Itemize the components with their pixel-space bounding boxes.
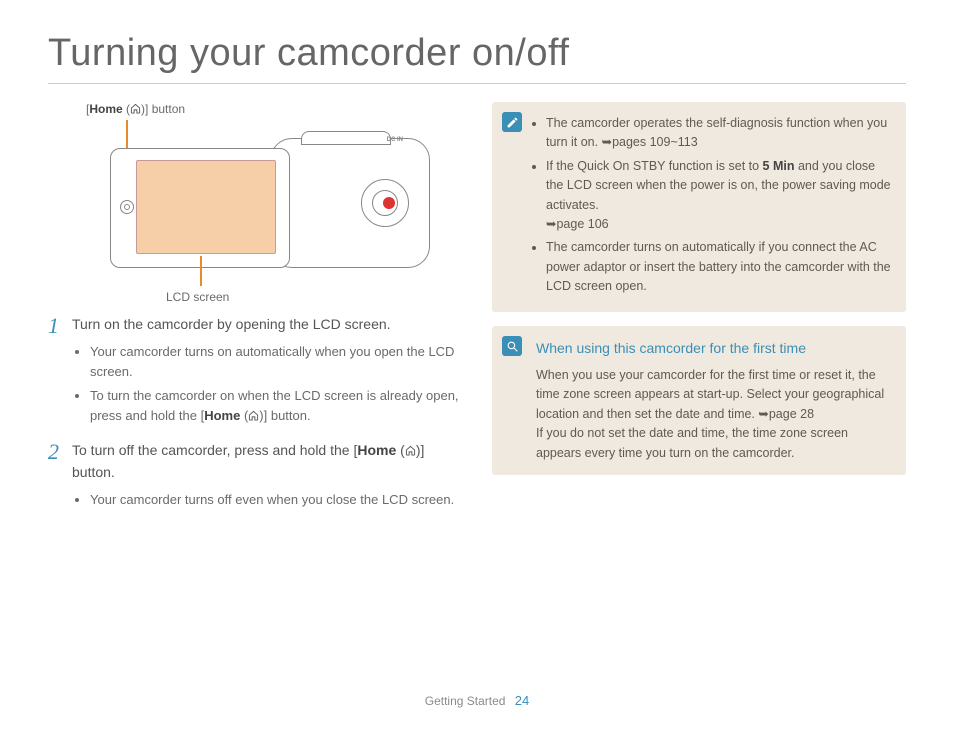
pointer-line-lcd <box>200 256 202 286</box>
step-number: 2 <box>48 440 72 514</box>
footer-page-number: 24 <box>515 693 529 708</box>
callout-rest: ()] button <box>123 102 185 116</box>
home-word: Home <box>357 442 396 458</box>
step-body: Turn on the camcorder by opening the LCD… <box>72 314 462 430</box>
bullet: To turn the camcorder on when the LCD sc… <box>90 386 462 426</box>
note-heading: When using this camcorder for the first … <box>536 338 892 360</box>
lcd-screen <box>136 160 276 254</box>
note-icon <box>502 336 522 356</box>
home-icon <box>130 103 141 114</box>
content-columns: [Home ()] button DC IN LCD screen <box>48 102 906 524</box>
note-icon <box>502 112 522 132</box>
camcorder-diagram: DC IN LCD screen <box>80 120 440 290</box>
note-item: The camcorder operates the self-diagnosi… <box>546 114 892 153</box>
page-ref: ➥pages 109~113 <box>602 135 698 149</box>
record-button-icon <box>383 197 395 209</box>
note-list: The camcorder operates the self-diagnosi… <box>506 114 892 296</box>
lcd-screen-callout: LCD screen <box>166 290 229 304</box>
left-column: [Home ()] button DC IN LCD screen <box>48 102 462 524</box>
step-lead: Turn on the camcorder by opening the LCD… <box>72 314 462 336</box>
dc-in-label: DC IN <box>387 137 403 143</box>
note-text: If the Quick On STBY function is set to <box>546 159 763 173</box>
page-title: Turning your camcorder on/off <box>48 32 906 84</box>
step-bullets: Your camcorder turns off even when you c… <box>72 490 462 510</box>
diagram-wrapper: [Home ()] button DC IN LCD screen <box>80 102 462 290</box>
step-lead: To turn off the camcorder, press and hol… <box>72 440 462 483</box>
steps-list: 1 Turn on the camcorder by opening the L… <box>48 314 462 514</box>
footer-section: Getting Started <box>425 694 506 708</box>
home-button-graphic <box>120 200 134 214</box>
bullet: Your camcorder turns off even when you c… <box>90 490 462 510</box>
note-text: The camcorder operates the self-diagnosi… <box>546 116 887 149</box>
callout-home-word: Home <box>89 102 122 116</box>
step-number: 1 <box>48 314 72 430</box>
home-icon <box>248 410 259 421</box>
home-icon <box>405 445 416 456</box>
page-ref: ➥page 106 <box>546 217 609 231</box>
note-item: If the Quick On STBY function is set to … <box>546 157 892 235</box>
step-2: 2 To turn off the camcorder, press and h… <box>48 440 462 514</box>
lead-pre: To turn off the camcorder, press and hol… <box>72 442 357 458</box>
note-paragraph: When you use your camcorder for the firs… <box>536 366 892 424</box>
pencil-icon <box>506 116 519 129</box>
bullet: Your camcorder turns on automatically wh… <box>90 342 462 382</box>
step-body: To turn off the camcorder, press and hol… <box>72 440 462 514</box>
note-box-info: The camcorder operates the self-diagnosi… <box>492 102 906 312</box>
note-box-firsttime: When using this camcorder for the first … <box>492 326 906 475</box>
magnifier-icon <box>506 340 519 353</box>
page: Turning your camcorder on/off [Home ()] … <box>0 0 954 524</box>
step-bullets: Your camcorder turns on automatically wh… <box>72 342 462 427</box>
note-paragraph: If you do not set the date and time, the… <box>536 424 892 463</box>
right-column: The camcorder operates the self-diagnosi… <box>492 102 906 524</box>
camera-body: DC IN <box>270 138 430 268</box>
step-1: 1 Turn on the camcorder by opening the L… <box>48 314 462 430</box>
camera-top <box>301 131 391 145</box>
page-footer: Getting Started 24 <box>0 693 954 708</box>
note-item: The camcorder turns on automatically if … <box>546 238 892 296</box>
home-button-callout: [Home ()] button <box>86 102 462 116</box>
bold-text: 5 Min <box>763 159 795 173</box>
home-word: Home <box>204 408 240 423</box>
